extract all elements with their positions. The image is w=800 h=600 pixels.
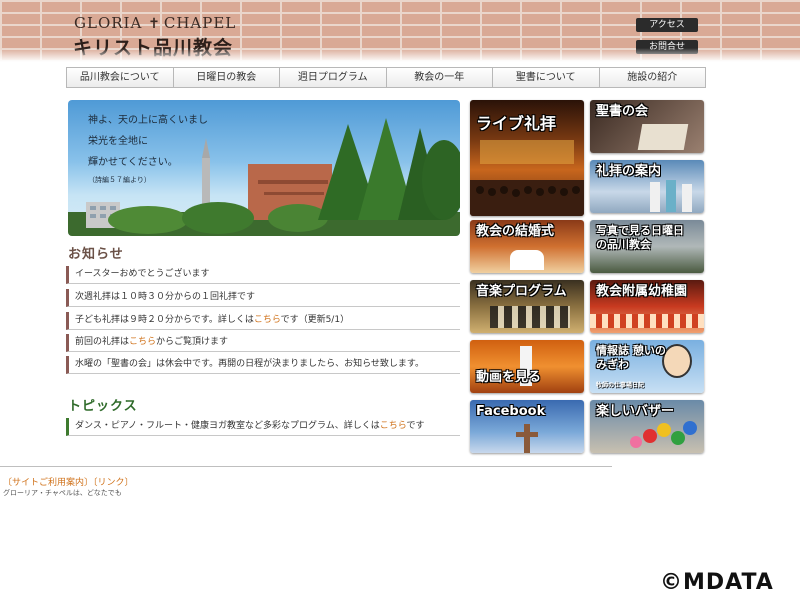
tile-video[interactable]: 動画を見る: [470, 340, 584, 393]
news-text: です（更新5/1）: [280, 315, 350, 325]
news-link[interactable]: こちら: [129, 337, 156, 347]
hero-banner: 神よ、天の上に高くいまし 栄光を全地に 輝かせてください。 （詩編５７編より）: [68, 100, 460, 236]
nav-item-about[interactable]: 品川教会について: [67, 68, 174, 87]
book-icon: [637, 124, 689, 150]
logo-english[interactable]: GLORIA ✝ CHAPEL: [74, 14, 236, 32]
cross-icon: ✝: [148, 16, 161, 32]
logo-japanese[interactable]: キリスト品川教会: [73, 33, 233, 60]
topics-title: トピックス: [68, 399, 138, 414]
tile-wedding[interactable]: 教会の結婚式: [470, 220, 584, 273]
news-text: イースターおめでとうございます: [75, 269, 210, 279]
footer-note: グローリア・チャペルは、どなたでも: [3, 489, 122, 497]
tile-newsletter-label: 情報誌 憩いのみぎわ: [596, 344, 666, 371]
tile-kindergarten[interactable]: 教会附属幼稚園: [590, 280, 704, 333]
tile-newsletter-sub: 牧師の仕事場日記: [596, 382, 645, 389]
logo-en-left: GLORIA: [74, 14, 143, 32]
tile-bible-study-label: 聖書の会: [596, 104, 649, 119]
tile-sunday-photos-label: 写真で見る日曜日の品川教会: [596, 224, 684, 251]
tile-bazaar[interactable]: 楽しいバザー: [590, 400, 704, 453]
choir-figure-icon: [650, 182, 660, 212]
access-button[interactable]: アクセス: [636, 18, 698, 32]
tile-facebook-label: Facebook: [476, 404, 546, 419]
tile-facebook[interactable]: Facebook: [470, 400, 584, 453]
hero-verse-line3: 輝かせてください。: [88, 157, 178, 168]
footer-link-links[interactable]: 〔リンク〕: [93, 478, 134, 488]
news-text: 水曜の「聖書の会」は休会中です。再開の日程が決まりましたら、お知らせ致します。: [75, 359, 425, 369]
choir-figure-icon: [682, 184, 692, 212]
wedding-dress-icon: [510, 250, 544, 270]
tile-worship-guide[interactable]: 礼拝の案内: [590, 160, 704, 213]
main-nav: 品川教会について 日曜日の教会 週日プログラム 教会の一年 聖書について 施設の…: [66, 67, 706, 88]
site-header: GLORIA ✝ CHAPEL キリスト品川教会 アクセス お問合せ: [0, 0, 800, 62]
contact-button[interactable]: お問合せ: [636, 40, 698, 54]
tile-bible-study[interactable]: 聖書の会: [590, 100, 704, 153]
tile-video-label: 動画を見る: [476, 370, 542, 385]
news-item[interactable]: 次週礼拝は１０時３０分からの１回礼拝です: [66, 289, 460, 307]
news-item: 前回の礼拝はこちらからご覧頂けます: [66, 334, 460, 352]
tile-music-program-label: 音楽プログラム: [476, 284, 567, 299]
tile-wedding-label: 教会の結婚式: [476, 224, 555, 239]
nav-item-facilities[interactable]: 施設の紹介: [600, 68, 706, 87]
tile-kindergarten-label: 教会附属幼稚園: [596, 284, 688, 299]
news-text: 前回の礼拝は: [75, 337, 130, 347]
tile-newsletter[interactable]: 情報誌 憩いのみぎわ 牧師の仕事場日記: [590, 340, 704, 393]
hero-verse-citation: （詩編５７編より）: [88, 176, 151, 184]
cross-icon: [524, 424, 530, 453]
topic-item: ダンス・ピアノ・フルート・健康ヨガ教室など多彩なプログラム、詳しくはこちらです: [66, 418, 460, 436]
hero-verse-line1: 神よ、天の上に高くいまし: [88, 115, 208, 126]
tile-music-program[interactable]: 音楽プログラム: [470, 280, 584, 333]
nav-item-sunday[interactable]: 日曜日の教会: [174, 68, 280, 87]
news-text: からご覧頂けます: [156, 337, 229, 347]
topic-text: です: [406, 421, 425, 431]
watermark: ©MDATA: [660, 570, 774, 595]
news-text: 子ども礼拝は９時２０分からです。詳しくは: [75, 315, 254, 325]
news-item: 子ども礼拝は９時２０分からです。詳しくはこちらです（更新5/1）: [66, 312, 460, 330]
tile-live-worship-label: ライブ礼拝: [476, 114, 557, 133]
footer-link-site-guide[interactable]: 〔サイトご利用案内〕: [3, 478, 93, 488]
tile-worship-guide-label: 礼拝の案内: [596, 164, 662, 179]
hero-verse-line2: 栄光を全地に: [88, 136, 148, 147]
hero-verse: 神よ、天の上に高くいまし 栄光を全地に 輝かせてください。 （詩編５７編より）: [88, 110, 208, 187]
news-link[interactable]: こちら: [254, 315, 281, 325]
nav-item-bible[interactable]: 聖書について: [493, 68, 600, 87]
musicians-icon: [490, 306, 570, 328]
footer-divider: [0, 466, 612, 467]
news-item[interactable]: イースターおめでとうございます: [66, 266, 460, 284]
cross-bar-icon: [516, 432, 538, 437]
news-text: 次週礼拝は１０時３０分からの１回礼拝です: [75, 292, 256, 302]
tile-sunday-photos[interactable]: 写真で見る日曜日の品川教会: [590, 220, 704, 273]
topic-link[interactable]: こちら: [380, 421, 407, 431]
tile-live-worship[interactable]: ライブ礼拝: [470, 100, 584, 216]
news-title: お知らせ: [68, 247, 124, 262]
logo-en-right: CHAPEL: [163, 14, 237, 32]
topic-text: ダンス・ピアノ・フルート・健康ヨガ教室など多彩なプログラム、詳しくは: [75, 421, 380, 431]
children-icon: [590, 314, 704, 328]
tile-bazaar-label: 楽しいバザー: [596, 404, 675, 419]
nav-item-year[interactable]: 教会の一年: [387, 68, 493, 87]
footer-links: 〔サイトご利用案内〕〔リンク〕: [3, 475, 134, 488]
nav-item-weekday[interactable]: 週日プログラム: [280, 68, 387, 87]
choir-figure-icon: [666, 180, 676, 212]
news-item[interactable]: 水曜の「聖書の会」は休会中です。再開の日程が決まりましたら、お知らせ致します。: [66, 356, 460, 374]
